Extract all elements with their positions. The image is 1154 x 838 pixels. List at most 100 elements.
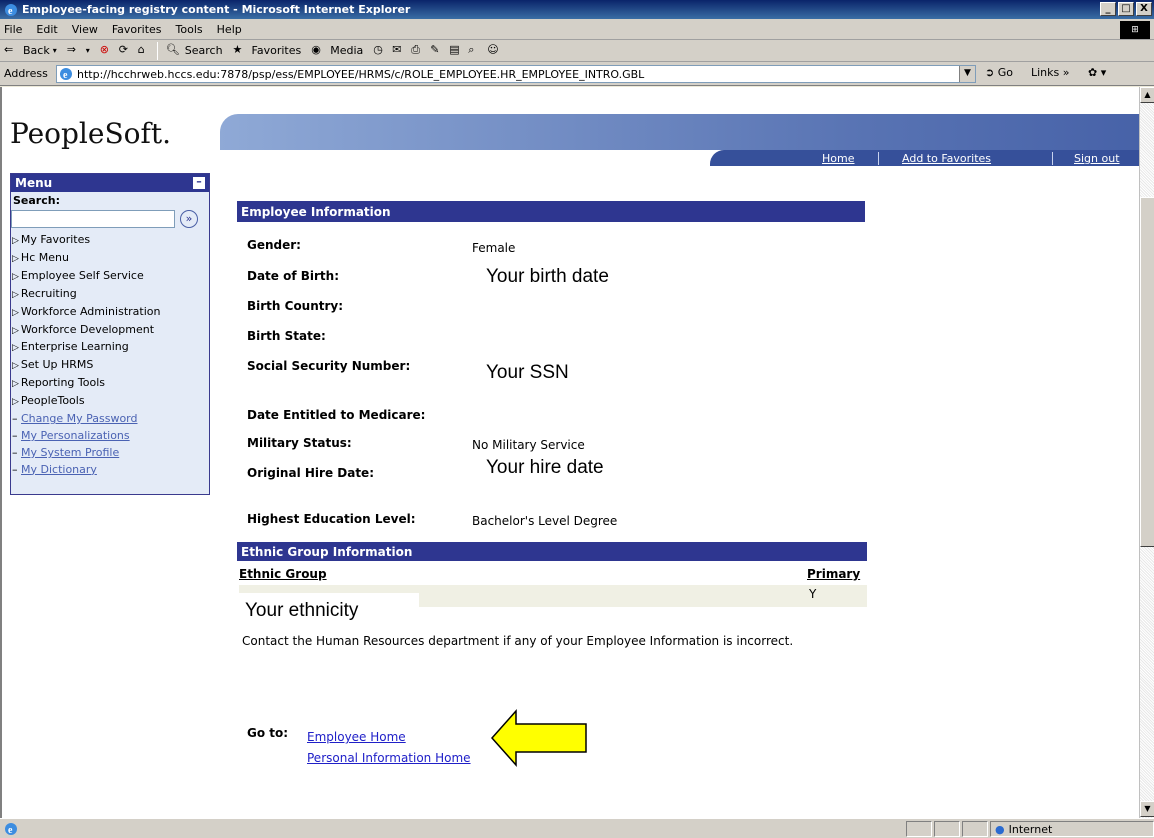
menu-item-label: Enterprise Learning (20, 340, 129, 354)
expand-triangle-icon: ▷ (12, 271, 19, 282)
forward-button[interactable]: ⇒ ▾ (67, 43, 90, 59)
mail-icon[interactable]: ✉ (392, 43, 408, 59)
discuss-icon[interactable]: ▤ (449, 43, 465, 59)
search-label: Search (184, 44, 223, 57)
print-icon[interactable]: ⎙ (411, 43, 427, 59)
media-label: Media (330, 44, 364, 57)
messenger-icon[interactable]: ☺ (487, 43, 503, 59)
research-icon[interactable]: ⌕ (468, 43, 484, 59)
expand-triangle-icon: ▷ (12, 343, 19, 354)
links-button[interactable]: Links » (1031, 66, 1070, 79)
menu-link-personalizations[interactable]: – My Personalizations (11, 428, 209, 445)
address-dropdown-icon[interactable]: ▼ (959, 66, 975, 82)
toolbar-divider (156, 41, 158, 60)
scroll-down-icon[interactable]: ▼ (1140, 801, 1154, 817)
expand-triangle-icon: ▷ (12, 253, 19, 264)
nav-sign-out-link[interactable]: Sign out (1074, 152, 1120, 165)
svg-text:e: e (63, 70, 68, 81)
toolbar-extension-icon[interactable]: ✿ ▾ (1088, 66, 1106, 79)
primary-column: Primary (807, 567, 861, 581)
menu-item-label: My Favorites (20, 233, 91, 246)
menu-search-input[interactable] (11, 210, 175, 228)
medicare-label: Date Entitled to Medicare: (247, 408, 426, 422)
ie-logo-icon: e (5, 3, 17, 17)
menu-link-system-profile[interactable]: – My System Profile (11, 445, 209, 462)
menu-item-recruiting[interactable]: ▷ Recruiting (11, 286, 209, 304)
menu-link-dictionary[interactable]: – My Dictionary (11, 462, 209, 479)
links-label: Links (1031, 66, 1060, 79)
menu-link-label[interactable]: My Personalizations (21, 429, 130, 442)
menu-item-label: Reporting Tools (20, 376, 105, 390)
menu-file[interactable]: File (4, 23, 22, 36)
expand-triangle-icon: ▷ (12, 289, 19, 300)
menu-item-set-up-hrms[interactable]: ▷ Set Up HRMS (11, 357, 209, 375)
minimize-button[interactable]: _ (1100, 2, 1116, 16)
maximize-button[interactable]: □ (1118, 2, 1134, 16)
scroll-thumb[interactable] (1140, 197, 1154, 547)
menu-view[interactable]: View (72, 23, 98, 36)
address-input[interactable]: e http://hcchrweb.hccs.edu:7878/psp/ess/… (56, 65, 976, 83)
favorites-icon: ★ (232, 42, 243, 56)
notice-text: Contact the Human Resources department i… (242, 634, 794, 648)
menu-item-label: Recruiting (20, 286, 77, 300)
gender-value: Female (472, 241, 516, 255)
menu-item-label: Workforce Development (20, 322, 155, 336)
windows-logo-icon: ⊞ (1120, 21, 1150, 39)
menu-item-label: Workforce Administration (20, 304, 161, 318)
menu-help[interactable]: Help (217, 23, 242, 36)
military-status-label: Military Status: (247, 436, 352, 450)
menu-item-employee-self-service[interactable]: ▷ Employee Self Service (11, 268, 209, 286)
search-go-icon[interactable]: » (180, 210, 198, 228)
expand-triangle-icon: ▷ (12, 361, 19, 372)
media-icon: ◉ (311, 42, 321, 56)
nav-add-favorites-link[interactable]: Add to Favorites (902, 152, 991, 165)
go-label: Go (997, 66, 1013, 79)
collapse-icon[interactable]: – (193, 176, 205, 189)
media-button[interactable]: ◉ Media (311, 43, 363, 59)
gender-label: Gender: (247, 238, 301, 252)
ssn-label: Social Security Number: (247, 359, 411, 373)
menu-item-workforce-development[interactable]: ▷ Workforce Development (11, 322, 209, 340)
window-titlebar: e Employee-facing registry content - Mic… (0, 0, 1154, 19)
history-icon[interactable]: ◷ (373, 43, 389, 59)
scroll-up-icon[interactable]: ▲ (1140, 87, 1154, 103)
menu-favorites[interactable]: Favorites (112, 23, 162, 36)
menu-item-workforce-administration[interactable]: ▷ Workforce Administration (11, 304, 209, 322)
expand-triangle-icon: ▷ (12, 397, 19, 408)
svg-text:e: e (8, 825, 13, 836)
menu-edit[interactable]: Edit (36, 23, 57, 36)
menu-header: Menu – (11, 174, 209, 192)
back-button[interactable]: ⇐ Back ▾ (4, 43, 57, 59)
birth-date-overlay: Your birth date (486, 266, 609, 287)
menu-title: Menu (15, 176, 53, 190)
menu-item-my-favorites[interactable]: ▷ My Favorites (11, 232, 209, 250)
employee-home-link[interactable]: Employee Home (307, 730, 406, 744)
page-viewport: PeopleSoft. Home Add to Favorites Sign o… (0, 87, 1139, 818)
menu-item-label: Set Up HRMS (20, 358, 94, 372)
menu-link-label[interactable]: My Dictionary (21, 463, 97, 476)
menu-item-reporting-tools[interactable]: ▷ Reporting Tools (11, 375, 209, 393)
vertical-scrollbar[interactable]: ▲ ▼ (1139, 87, 1154, 818)
menu-tools[interactable]: Tools (176, 23, 203, 36)
favorites-button[interactable]: ★ Favorites (233, 43, 302, 59)
menu-item-peopletools[interactable]: ▷ PeopleTools (11, 393, 209, 411)
birth-country-label: Birth Country: (247, 299, 344, 313)
nav-divider (878, 152, 879, 165)
home-icon[interactable]: ⌂ (138, 43, 154, 59)
stop-icon[interactable]: ⊗ (100, 43, 116, 59)
menu-link-label[interactable]: Change My Password (21, 412, 138, 425)
go-button[interactable]: ➲ Go (985, 66, 1013, 79)
search-button[interactable]: 🔍︎ Search (166, 43, 223, 59)
nav-home-link[interactable]: Home (822, 152, 854, 165)
peoplesoft-banner: Home Add to Favorites Sign out (220, 114, 1139, 166)
close-button[interactable]: X (1136, 2, 1152, 16)
edit-icon[interactable]: ✎ (430, 43, 446, 59)
menu-item-enterprise-learning[interactable]: ▷ Enterprise Learning (11, 339, 209, 357)
personal-info-home-link[interactable]: Personal Information Home (307, 751, 471, 765)
menu-link-label[interactable]: My System Profile (21, 446, 119, 459)
menu-link-change-password[interactable]: – Change My Password (11, 411, 209, 428)
menu-item-label: Employee Self Service (20, 268, 144, 282)
refresh-icon[interactable]: ⟳ (119, 43, 135, 59)
menu-item-hc-menu[interactable]: ▷ Hc Menu (11, 250, 209, 268)
employee-info-header: Employee Information (237, 201, 865, 222)
